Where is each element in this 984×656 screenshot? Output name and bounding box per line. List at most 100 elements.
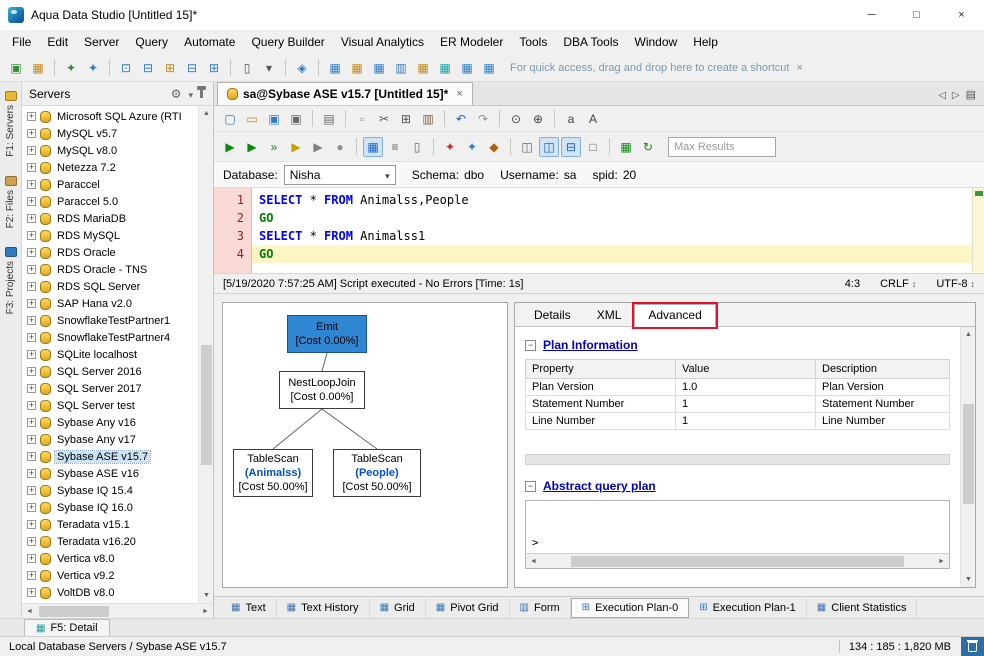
tree-expander-icon[interactable]: [27, 162, 36, 173]
scroll-up-icon[interactable]: [961, 327, 976, 342]
menu-item-visual-analytics[interactable]: Visual Analytics: [333, 32, 432, 52]
scrollbar-track[interactable]: [541, 554, 934, 568]
tree-expander-icon[interactable]: [27, 281, 36, 292]
tree-item-rds-mariadb[interactable]: RDS MariaDB: [22, 210, 198, 227]
open-file-icon[interactable]: ▭: [242, 109, 262, 129]
cut-icon[interactable]: ✂: [374, 109, 394, 129]
tree-item-sybase-ase-v16[interactable]: Sybase ASE v16: [22, 465, 198, 482]
report-icon[interactable]: ▦: [457, 58, 477, 78]
table-scrollbar[interactable]: [525, 454, 950, 465]
pin-icon[interactable]: [197, 86, 206, 98]
abstract-plan-title[interactable]: Abstract query plan: [543, 479, 656, 493]
plan-node-emit[interactable]: Emit [Cost 0.00%]: [287, 315, 367, 353]
tree-expander-icon[interactable]: [27, 383, 36, 394]
tree-item-sybase-any-v17[interactable]: Sybase Any v17: [22, 431, 198, 448]
tree-expander-icon[interactable]: [27, 451, 36, 462]
tree-item-rds-mysql[interactable]: RDS MySQL: [22, 227, 198, 244]
redo-icon[interactable]: ↷: [473, 109, 493, 129]
tree-expander-icon[interactable]: [27, 434, 36, 445]
scroll-right-icon[interactable]: [934, 554, 949, 569]
scroll-left-icon[interactable]: [22, 604, 37, 619]
tree-item-sybase-iq-16-0[interactable]: Sybase IQ 16.0: [22, 499, 198, 516]
results-text-mode-icon[interactable]: ≡: [385, 137, 405, 157]
tree-item-paraccel[interactable]: Paraccel: [22, 176, 198, 193]
menu-item-window[interactable]: Window: [627, 32, 686, 52]
sql-editor[interactable]: 1234 SELECT * FROM Animalss,People GO SELE…: [214, 188, 984, 274]
tab-list-icon[interactable]: [966, 87, 976, 101]
tree-expander-icon[interactable]: [27, 502, 36, 513]
tree-expander-icon[interactable]: [27, 366, 36, 377]
record-icon[interactable]: ●: [330, 137, 350, 157]
column-header[interactable]: Property: [525, 359, 676, 379]
copy-icon[interactable]: ⊞: [396, 109, 416, 129]
plan-information-title[interactable]: Plan Information: [543, 338, 638, 352]
tree-expander-icon[interactable]: [27, 519, 36, 530]
worksheet-icon[interactable]: ▦: [479, 58, 499, 78]
new-document-dropdown-icon[interactable]: ▾: [259, 58, 279, 78]
tree-item-sqlite-localhost[interactable]: SQLite localhost: [22, 346, 198, 363]
tree-expander-icon[interactable]: [27, 128, 36, 139]
tree-expander-icon[interactable]: [27, 417, 36, 428]
to-lowercase-icon[interactable]: a: [561, 109, 581, 129]
tree-expander-icon[interactable]: [27, 298, 36, 309]
scrollbar-thumb[interactable]: [201, 345, 212, 465]
tree-item-sybase-ase-v15-7[interactable]: Sybase ASE v15.7: [22, 448, 198, 465]
tree-item-rds-oracle[interactable]: RDS Oracle: [22, 244, 198, 261]
code-line[interactable]: SELECT * FROM Animalss,People: [252, 191, 972, 209]
detail-tab[interactable]: F5: Detail: [24, 619, 110, 636]
side-tab-f1-servers[interactable]: F1: Servers: [4, 86, 17, 171]
collapse-icon[interactable]: [525, 339, 536, 351]
collapse-icon[interactable]: [525, 480, 536, 492]
editor-code[interactable]: SELECT * FROM Animalss,People GO SELECT * …: [252, 188, 972, 273]
scroll-up-icon[interactable]: [199, 106, 214, 121]
result-tab-execution-plan-0[interactable]: ⊞ Execution Plan-0: [570, 597, 690, 618]
details-tab-advanced[interactable]: Advanced: [634, 304, 716, 327]
close-button[interactable]: ×: [939, 0, 984, 30]
line-ending-select[interactable]: CRLF: [880, 278, 916, 290]
tab-close-icon[interactable]: ×: [456, 88, 462, 100]
result-tab-pivot-grid[interactable]: ▦ Pivot Grid: [426, 597, 510, 618]
details-vertical-scrollbar[interactable]: [960, 327, 975, 587]
chart-view-icon[interactable]: ▦: [413, 58, 433, 78]
editor-layout-icon[interactable]: ◫: [517, 137, 537, 157]
scrollbar-track[interactable]: [37, 604, 198, 618]
explain-plan-icon[interactable]: ◆: [484, 137, 504, 157]
code-line[interactable]: GO: [252, 245, 972, 263]
new-document-icon[interactable]: ▯: [237, 58, 257, 78]
tree-expander-icon[interactable]: [27, 536, 36, 547]
print-icon[interactable]: ▤: [319, 109, 339, 129]
panel-settings-icon[interactable]: [171, 87, 182, 101]
tree-item-rds-oracle-tns[interactable]: RDS Oracle - TNS: [22, 261, 198, 278]
tab-nav-back-icon[interactable]: [938, 87, 946, 101]
tree-expander-icon[interactable]: [27, 349, 36, 360]
scroll-down-icon[interactable]: [199, 588, 214, 603]
er-diagram-icon[interactable]: ◈: [292, 58, 312, 78]
tree-expander-icon[interactable]: [27, 213, 36, 224]
result-tab-text-history[interactable]: ▦ Text History: [277, 597, 370, 618]
tree-item-paraccel-5-0[interactable]: Paraccel 5.0: [22, 193, 198, 210]
tree-expander-icon[interactable]: [27, 570, 36, 581]
tree-vertical-scrollbar[interactable]: [198, 106, 213, 603]
tree-expander-icon[interactable]: [27, 179, 36, 190]
result-tab-execution-plan-1[interactable]: ⊞ Execution Plan-1: [689, 597, 807, 618]
format-sql-icon[interactable]: ✦: [440, 137, 460, 157]
save-as-icon[interactable]: ▣: [286, 109, 306, 129]
results-grid-mode-icon[interactable]: ▦: [363, 136, 383, 157]
tree-item-sql-server-test[interactable]: SQL Server test: [22, 397, 198, 414]
register-server-icon[interactable]: ▣: [6, 58, 26, 78]
select-block-icon[interactable]: ▫: [352, 109, 372, 129]
menu-item-query[interactable]: Query: [127, 32, 176, 52]
max-results-input[interactable]: [668, 136, 776, 157]
tree-expander-icon[interactable]: [27, 111, 36, 122]
maximize-button[interactable]: □: [894, 0, 939, 30]
tree-item-vertica-v8-0[interactable]: Vertica v8.0: [22, 550, 198, 567]
result-tab-text[interactable]: ▦ Text: [221, 597, 277, 618]
split-right-layout-icon[interactable]: ◫: [539, 136, 559, 157]
result-tab-client-statistics[interactable]: ▦ Client Statistics: [807, 597, 918, 618]
tree-item-sybase-any-v16[interactable]: Sybase Any v16: [22, 414, 198, 431]
menu-item-help[interactable]: Help: [685, 32, 726, 52]
results-file-mode-icon[interactable]: ▯: [407, 137, 427, 157]
paste-icon[interactable]: ▥: [418, 109, 438, 129]
to-uppercase-icon[interactable]: A: [583, 109, 603, 129]
code-line[interactable]: SELECT * FROM Animalss1: [252, 227, 972, 245]
